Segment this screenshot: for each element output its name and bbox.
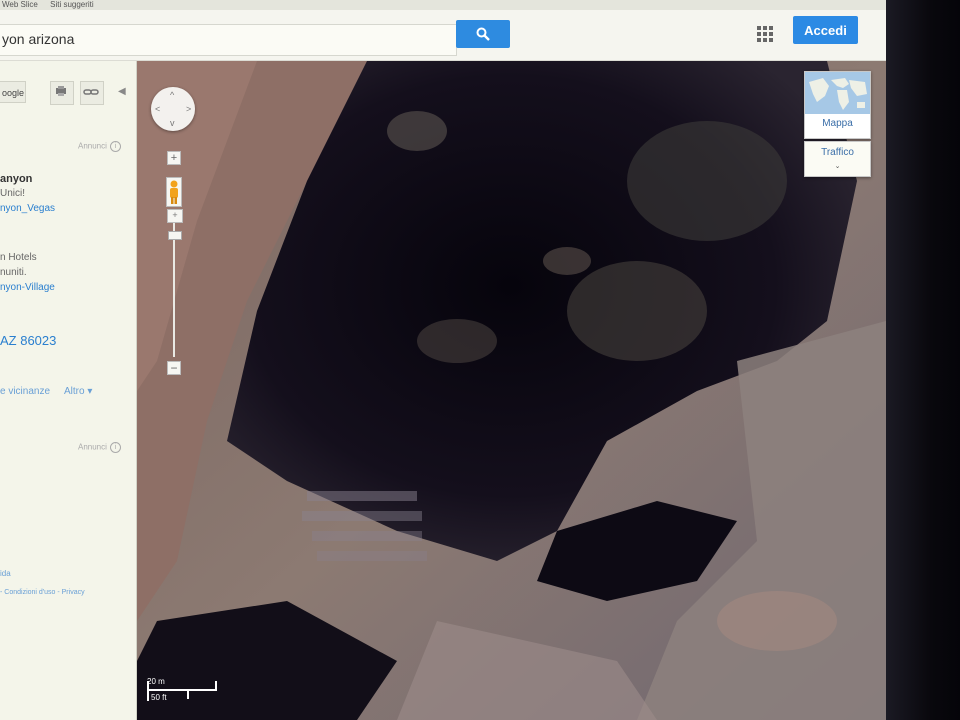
scale-line: [147, 689, 217, 691]
map-type-button[interactable]: Mappa: [804, 71, 871, 139]
print-button[interactable]: [50, 81, 74, 105]
info-icon[interactable]: i: [109, 442, 121, 453]
ad-label-text: Annunci: [78, 442, 107, 452]
left-panel: oogle ◀ Annunci i anyon Unici! nyon_Vegas: [0, 61, 137, 720]
satellite-imagery: [137, 61, 886, 720]
zoom-slider-handle[interactable]: [168, 231, 182, 240]
nearby-link[interactable]: e vicinanze: [0, 386, 50, 397]
info-icon[interactable]: i: [109, 141, 121, 152]
zoom-out-button[interactable]: −: [167, 361, 181, 375]
zoom-track[interactable]: [173, 223, 175, 357]
place-address[interactable]: AZ 86023: [0, 333, 56, 348]
zoom-control: + + −: [165, 151, 183, 381]
zoom-level-plus-icon[interactable]: +: [167, 209, 183, 223]
pan-right-icon[interactable]: >: [186, 104, 191, 114]
search-input[interactable]: [0, 25, 442, 53]
bookmark-web-slice[interactable]: Web Slice: [2, 0, 38, 9]
map-type-label: Mappa: [822, 118, 853, 129]
pan-up-icon[interactable]: ^: [170, 90, 174, 100]
google-button[interactable]: oogle: [0, 81, 26, 103]
chevron-down-icon: ⌄: [834, 163, 841, 170]
more-link[interactable]: Altro ▾: [64, 386, 92, 397]
ad-label-text: Annunci: [78, 141, 107, 151]
ad-label: Annunci i: [78, 442, 121, 453]
search-button[interactable]: [456, 20, 510, 48]
pan-down-icon[interactable]: v: [170, 118, 175, 128]
sign-in-button[interactable]: Accedi: [793, 16, 858, 44]
bookmark-suggested-sites[interactable]: Siti suggeriti: [50, 0, 94, 9]
search-icon: [476, 27, 490, 41]
scale-tick: [147, 681, 149, 701]
result-line: n Hotels: [0, 252, 37, 263]
search-box: [0, 24, 457, 56]
panel-toolbar: oogle ◀: [0, 81, 136, 105]
result-line: nuniti.: [0, 267, 27, 278]
pan-control[interactable]: ^ v < >: [151, 87, 195, 131]
result-link[interactable]: nyon-Village: [0, 282, 55, 293]
result-link[interactable]: nyon_Vegas: [0, 203, 55, 214]
link-button[interactable]: [80, 81, 104, 105]
ad-label: Annunci i: [78, 141, 121, 152]
apps-grid-icon[interactable]: [757, 26, 773, 42]
scale-tick: [187, 689, 189, 699]
link-icon: [83, 89, 99, 95]
collapse-panel-icon[interactable]: ◀: [118, 86, 126, 97]
world-map-icon: [805, 72, 870, 114]
scale-imperial-label: 50 ft: [151, 693, 167, 702]
monitor-bezel: [886, 0, 960, 720]
print-icon: [56, 86, 66, 96]
scale-tick: [215, 681, 217, 691]
scale-metric-label: 20 m: [147, 677, 165, 686]
pegman-icon[interactable]: [166, 177, 182, 207]
result-line: Unici!: [0, 188, 26, 199]
map-thumbnail: [805, 72, 870, 114]
bookmarks-bar: Web Slice Siti suggeriti: [0, 0, 886, 10]
footer-help-link[interactable]: ida: [0, 569, 11, 578]
footer-terms-links[interactable]: - Condizioni d'uso - Privacy: [0, 589, 85, 596]
traffic-label: Traffico: [821, 147, 854, 158]
maps-header: Accedi: [0, 10, 886, 61]
browser-screen: Web Slice Siti suggeriti Accedi oogle: [0, 0, 886, 720]
scale-bar: 20 m 50 ft: [147, 677, 223, 705]
zoom-in-button[interactable]: +: [167, 151, 181, 165]
traffic-layer-button[interactable]: Traffico ⌄: [804, 141, 871, 177]
pan-left-icon[interactable]: <: [155, 104, 160, 114]
result-title[interactable]: anyon: [0, 173, 32, 185]
satellite-map[interactable]: ^ v < > + + − Mappa Traffico ⌄ 20 m 50 f…: [137, 61, 886, 720]
